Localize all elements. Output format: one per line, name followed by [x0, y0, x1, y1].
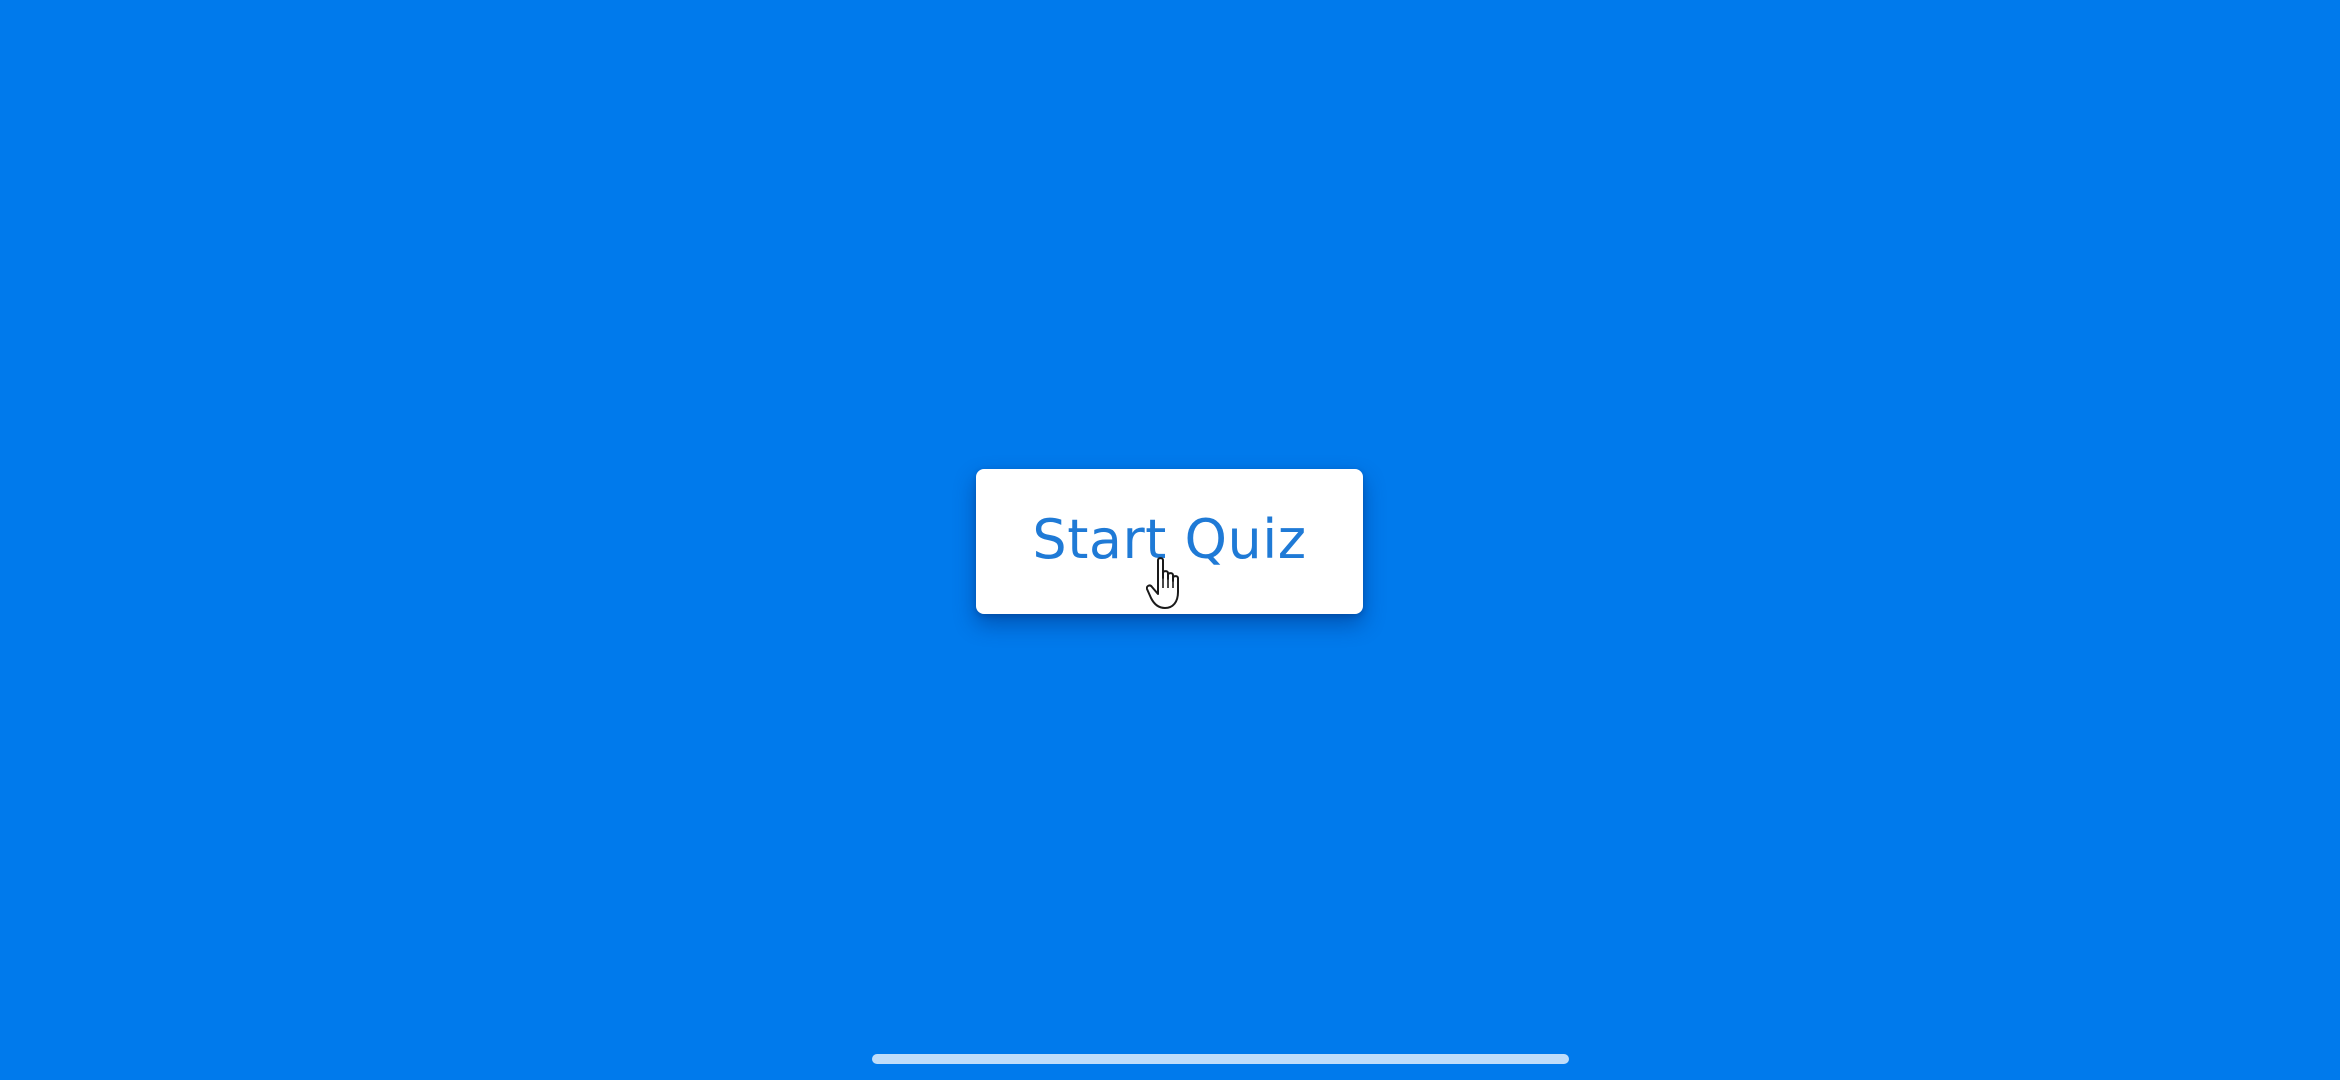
start-quiz-label: Start Quiz	[1032, 507, 1307, 571]
start-quiz-button[interactable]: Start Quiz	[976, 469, 1363, 614]
home-indicator[interactable]	[872, 1054, 1569, 1064]
quiz-start-screen: Start Quiz	[0, 0, 2340, 1080]
